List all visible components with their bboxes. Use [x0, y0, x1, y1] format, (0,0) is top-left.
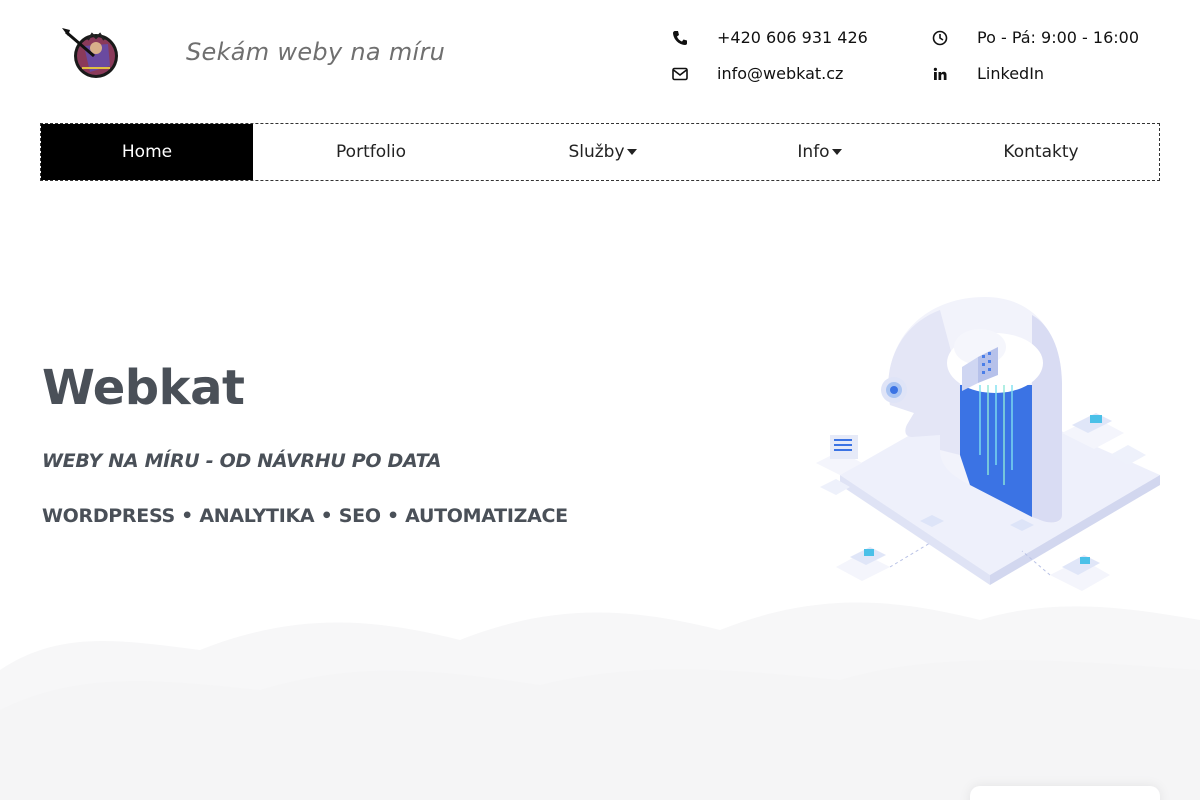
contact-phone-text[interactable]: +420 606 931 426: [717, 28, 868, 47]
contact-hours-text: Po - Pá: 9:00 - 16:00: [977, 28, 1140, 47]
phone-icon: [672, 30, 688, 46]
contact-email-text[interactable]: info@webkat.cz: [717, 64, 843, 83]
contact-linkedin[interactable]: LinkedIn: [932, 62, 1044, 86]
nav-item-label: Služby: [568, 142, 625, 162]
caret-down-icon: [831, 149, 842, 155]
contact-email[interactable]: info@webkat.cz: [672, 62, 843, 86]
nav-item-label: Home: [121, 142, 173, 162]
site-tagline: Sekám weby na míru: [186, 38, 446, 66]
caret-down-icon: [626, 149, 637, 155]
clock-icon: [932, 30, 948, 46]
nav-item-home[interactable]: Home: [41, 124, 253, 180]
nav-item-sluzby[interactable]: Služby: [489, 124, 716, 180]
contact-hours: Po - Pá: 9:00 - 16:00: [932, 26, 1139, 50]
linkedin-icon: [932, 66, 948, 82]
nav-item-label: Kontakty: [1003, 142, 1079, 162]
hero-title: Webkat: [42, 360, 245, 416]
nav-item-kontakty[interactable]: Kontakty: [923, 124, 1159, 180]
nav-item-portfolio[interactable]: Portfolio: [253, 124, 489, 180]
contact-phone[interactable]: +420 606 931 426: [672, 26, 868, 50]
hero-subtitle: WEBY NA MÍRU - OD NÁVRHU PO DATA: [42, 450, 442, 472]
nav-item-label: Portfolio: [336, 142, 406, 162]
floating-card: [970, 786, 1160, 800]
ai-head-illustration: [816, 297, 1160, 591]
wave-background: [0, 602, 1200, 800]
nav-item-info[interactable]: Info: [716, 124, 923, 180]
contact-linkedin-text[interactable]: LinkedIn: [977, 64, 1044, 83]
hero-tags: WORDPRESS • ANALYTIKA • SEO • AUTOMATIZA…: [42, 505, 568, 527]
main-navigation: Home Portfolio Služby Info Kontakty: [40, 123, 1160, 181]
nav-item-label: Info: [797, 142, 830, 162]
site-logo[interactable]: [60, 26, 122, 82]
envelope-icon: [672, 66, 688, 82]
